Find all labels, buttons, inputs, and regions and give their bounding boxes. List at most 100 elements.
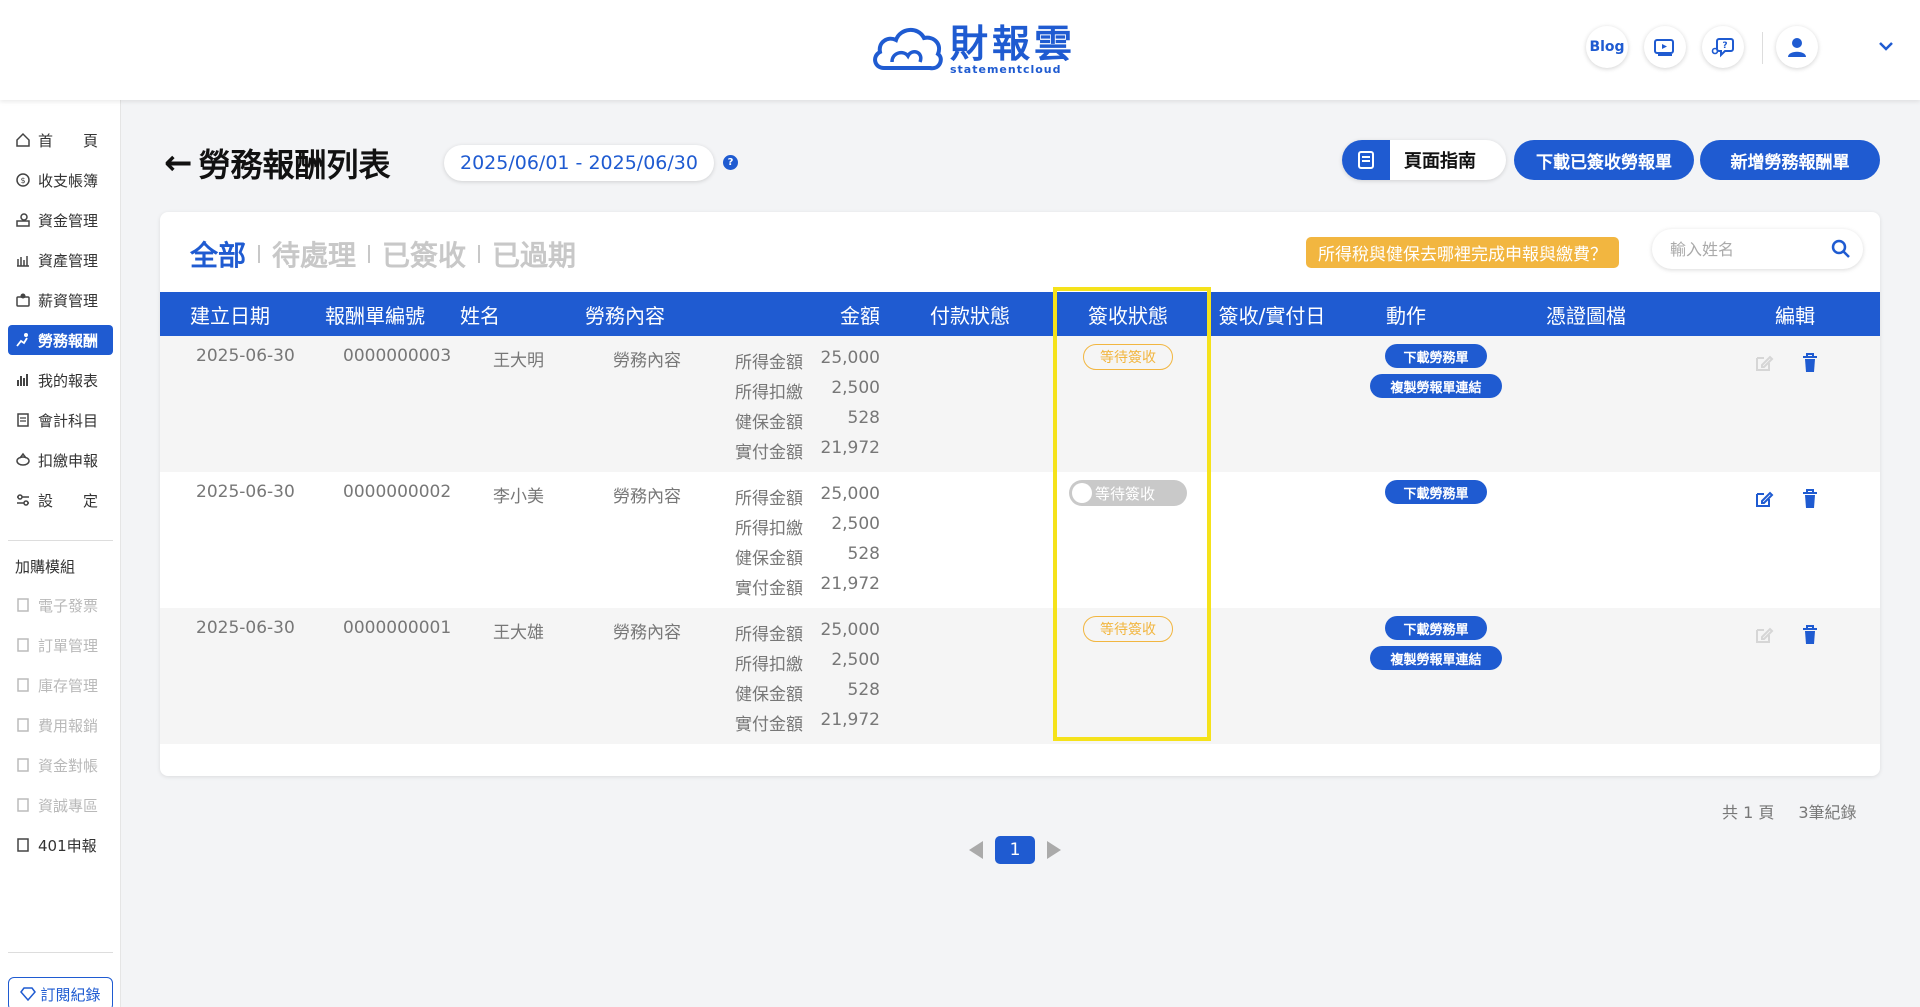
sidebar-item-withholding[interactable]: 扣繳申報 — [8, 445, 113, 475]
download-labor-button[interactable]: 下載勞務單 — [1385, 616, 1487, 640]
copy-link-button[interactable]: 複製勞報單連結 — [1370, 374, 1502, 398]
sidebar-item-label: 費用報銷 — [38, 716, 99, 735]
next-page-icon[interactable] — [1047, 841, 1061, 859]
back-arrow-icon[interactable]: ← — [164, 143, 193, 183]
amount-label: 所得扣繳 — [735, 383, 803, 403]
amount-label: 健保金額 — [735, 685, 803, 705]
download-labor-button[interactable]: 下載勞務單 — [1385, 480, 1487, 504]
col-created-date: 建立日期 — [190, 303, 270, 328]
sidebar-item-fund[interactable]: 資金管理 — [8, 205, 113, 235]
download-labor-button[interactable]: 下載勞務單 — [1385, 344, 1487, 368]
sidebar-item-settings[interactable]: 設 定 — [8, 485, 113, 515]
sign-status-highlight — [1053, 287, 1211, 741]
amount-label: 所得金額 — [735, 625, 803, 645]
cell-number: 0000000002 — [343, 482, 452, 502]
cell-date: 2025-06-30 — [196, 346, 295, 366]
name-search[interactable] — [1652, 229, 1863, 269]
sidebar-item-reports[interactable]: 我的報表 — [8, 365, 113, 395]
cell-date: 2025-06-30 — [196, 482, 295, 502]
user-icon — [1788, 38, 1806, 57]
sidebar-item-ledger-book[interactable]: $ 收支帳簿 — [8, 165, 113, 195]
brand-name-en: statementcloud — [950, 63, 1062, 76]
help-icon[interactable]: ? — [723, 155, 738, 170]
sidebar-item-home[interactable]: 首 頁 — [8, 125, 113, 155]
trash-icon[interactable] — [1800, 488, 1820, 510]
sidebar-item-label: 扣繳申報 — [38, 451, 99, 470]
sidebar-addon-einvoice[interactable]: 電子發票 — [8, 590, 113, 620]
addon-icon — [14, 676, 32, 694]
trash-icon[interactable] — [1800, 624, 1820, 646]
page-number-button[interactable]: 1 — [995, 836, 1035, 864]
sidebar-addon-pwc[interactable]: 資誠專區 — [8, 790, 113, 820]
status-tabs: 全部 待處理 已簽收 已過期 — [190, 234, 576, 274]
sidebar-item-asset[interactable]: 資產管理 — [8, 245, 113, 275]
tax-filing-help-button[interactable]: 所得稅與健保去哪裡完成申報與繳費？ — [1306, 237, 1619, 268]
amount-label: 所得金額 — [735, 353, 803, 373]
copy-link-button[interactable]: 複製勞報單連結 — [1370, 646, 1502, 670]
edit-icon[interactable] — [1753, 624, 1775, 646]
labor-list-card: 全部 待處理 已簽收 已過期 所得稅與健保去哪裡完成申報與繳費？ 建立日期 報酬… — [160, 212, 1880, 776]
chat-help-icon: ? — [1711, 38, 1734, 58]
col-amount: 金額 — [840, 303, 880, 328]
guide-icon — [1342, 140, 1390, 180]
home-icon — [14, 131, 32, 149]
sidebar-item-label: 資金對帳 — [38, 756, 99, 775]
sidebar-item-accounts[interactable]: 會計科目 — [8, 405, 113, 435]
page-guide-button[interactable]: 頁面指南 — [1342, 140, 1506, 180]
sidebar-addon-inventory[interactable]: 庫存管理 — [8, 670, 113, 700]
tab-all[interactable]: 全部 — [190, 234, 246, 274]
sidebar-addon-orders[interactable]: 訂單管理 — [8, 630, 113, 660]
sidebar-item-salary[interactable]: 薪資管理 — [8, 285, 113, 315]
amount-label: 健保金額 — [735, 549, 803, 569]
amount-value: 21,972 — [820, 710, 880, 730]
subscription-label: 訂閱紀錄 — [40, 985, 101, 1004]
download-signed-button[interactable]: 下載已簽收勞報單 — [1514, 140, 1694, 180]
prev-page-icon[interactable] — [969, 841, 983, 859]
col-edit: 編輯 — [1775, 303, 1815, 328]
blog-button[interactable]: Blog — [1586, 26, 1628, 68]
video-guide-button[interactable] — [1644, 26, 1686, 68]
tab-expired[interactable]: 已過期 — [492, 234, 576, 274]
table-header: 建立日期 報酬單編號 姓名 勞務內容 金額 付款狀態 簽收狀態 簽收/實付日 動… — [160, 292, 1880, 336]
tab-separator — [368, 245, 371, 263]
brand-logo[interactable]: 財報雲 statementcloud — [870, 22, 1076, 78]
sidebar-addon-401[interactable]: 401申報 — [8, 830, 113, 860]
sidebar-item-labor[interactable]: 勞務報酬 — [8, 325, 113, 355]
search-input[interactable] — [1670, 239, 1820, 259]
sidebar-item-label: 收支帳簿 — [38, 171, 99, 190]
settings-icon — [14, 491, 32, 509]
edit-icon[interactable] — [1753, 488, 1775, 510]
video-icon — [1654, 39, 1674, 56]
user-avatar-button[interactable] — [1776, 26, 1818, 68]
addon-icon — [14, 796, 32, 814]
sidebar-addon-reconcile[interactable]: 資金對帳 — [8, 750, 113, 780]
new-labor-button[interactable]: 新增勞務報酬單 — [1700, 140, 1880, 180]
cell-content: 勞務內容 — [613, 623, 681, 643]
support-chat-button[interactable]: ? — [1702, 26, 1744, 68]
addon-section-title: 加購模組 — [15, 558, 76, 576]
fund-icon — [14, 211, 32, 229]
addon-icon — [14, 636, 32, 654]
edit-icon[interactable] — [1753, 352, 1775, 374]
cell-name: 李小美 — [493, 487, 544, 507]
coin-icon: $ — [14, 171, 32, 189]
sidebar-addon-expense[interactable]: 費用報銷 — [8, 710, 113, 740]
trash-icon[interactable] — [1800, 352, 1820, 374]
amount-label: 所得扣繳 — [735, 655, 803, 675]
chevron-down-icon[interactable] — [1878, 40, 1894, 52]
tab-pending[interactable]: 待處理 — [272, 234, 356, 274]
amount-value: 2,500 — [831, 650, 880, 670]
amount-label: 所得扣繳 — [735, 519, 803, 539]
amount-value: 2,500 — [831, 378, 880, 398]
subscription-records-button[interactable]: 訂閱紀錄 — [8, 977, 113, 1007]
date-range-picker[interactable]: 2025/06/01 - 2025/06/30 — [444, 145, 714, 181]
pagination-info: 共 1 頁 3筆紀錄 — [1722, 799, 1857, 823]
sidebar-item-label: 庫存管理 — [38, 676, 99, 695]
sidebar-item-label: 薪資管理 — [38, 291, 99, 310]
tab-signed[interactable]: 已簽收 — [382, 234, 466, 274]
search-icon[interactable] — [1831, 239, 1851, 259]
cell-name: 王大明 — [493, 351, 544, 371]
sidebar-item-label: 訂單管理 — [38, 636, 99, 655]
ledger-icon — [14, 411, 32, 429]
cell-date: 2025-06-30 — [196, 618, 295, 638]
